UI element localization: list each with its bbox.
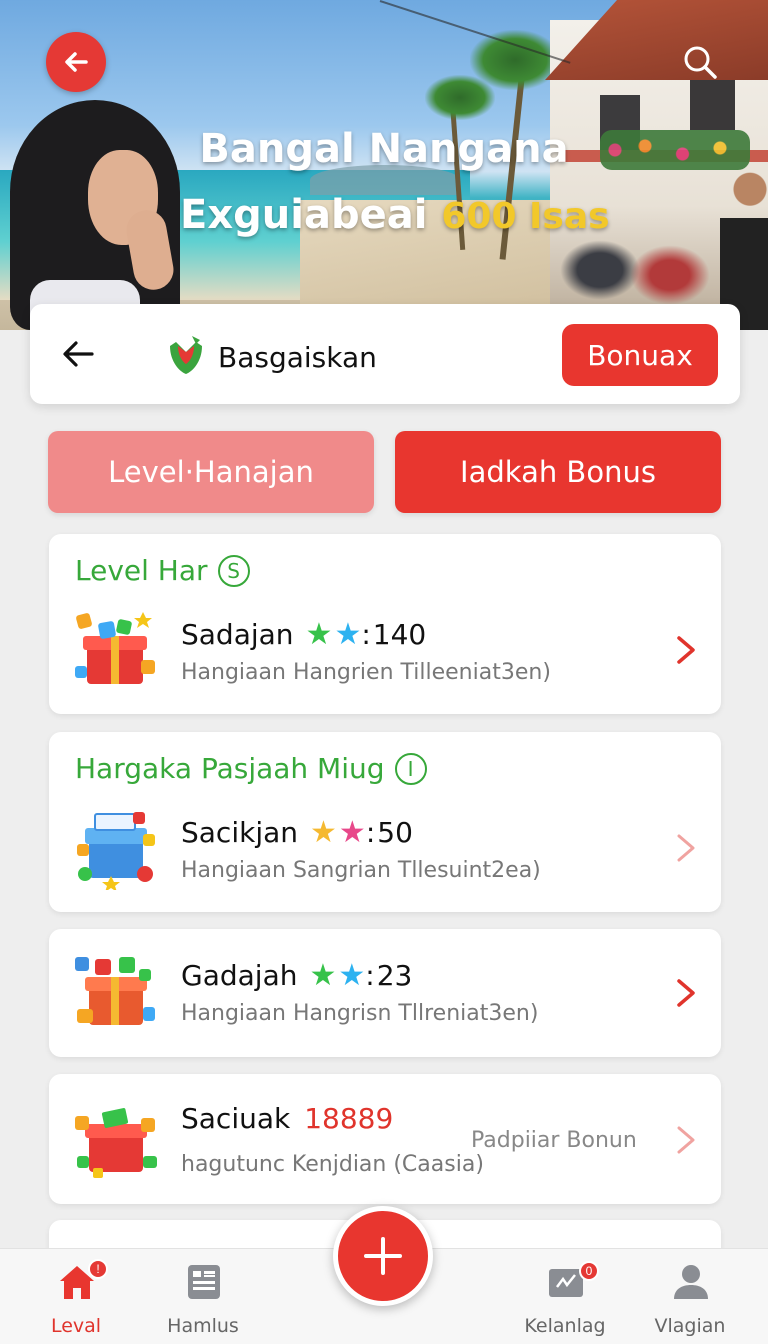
section-badge-icon: S xyxy=(217,554,250,587)
chevron-right-icon[interactable] xyxy=(671,973,701,1013)
chevron-right-icon[interactable] xyxy=(671,1120,701,1160)
blue-star-icon: ★ xyxy=(338,957,366,993)
tab-level[interactable]: Level·Hanajan xyxy=(48,431,374,513)
add-button[interactable] xyxy=(333,1206,433,1306)
user-icon xyxy=(670,1261,712,1303)
item-description: Hangiaan Hangrisn Tllreniat3en) xyxy=(181,1001,539,1026)
arrow-left-icon xyxy=(63,341,94,367)
item-name-line: Saciuak 18889 xyxy=(181,1102,393,1135)
item-value: 18889 xyxy=(304,1102,394,1135)
nav-badge: 0 xyxy=(579,1261,599,1281)
brand-name: Basgaiskan xyxy=(218,341,377,374)
gold-star-icon: ★ xyxy=(310,814,337,850)
nav-label: Hamlus xyxy=(167,1315,239,1337)
hero-window xyxy=(690,80,735,130)
blue-star-icon: ★ xyxy=(334,616,362,652)
section-title: Level Har S xyxy=(75,554,250,587)
hero-motorbike xyxy=(560,240,640,300)
item-description: Hangiaan Sangrian Tllesuint2ea) xyxy=(181,858,541,883)
bonus-button[interactable]: Bonuax xyxy=(562,324,718,386)
item-value: 23 xyxy=(376,959,413,992)
nav-label: Leval xyxy=(50,1315,102,1337)
item-name: Sadajan xyxy=(181,618,294,651)
brand-logo-icon xyxy=(162,332,208,378)
nav-item-leval[interactable]: ! Leval xyxy=(16,1259,136,1341)
section-title-text: Hargaka Pasjaah Miug xyxy=(75,752,385,785)
back-button[interactable] xyxy=(46,32,106,92)
hero-title: Bangal Nangana xyxy=(199,126,569,172)
plus-icon xyxy=(364,1237,402,1275)
section-title: Hargaka Pasjaah Miug I xyxy=(75,752,427,785)
separator: : xyxy=(361,618,371,651)
separator: : xyxy=(365,959,375,992)
gift-box-icon xyxy=(73,1094,159,1180)
side-label: Padpiiar Bonun xyxy=(471,1128,637,1153)
item-name-line: Gadajah ★ ★ : 23 xyxy=(181,959,412,992)
green-star-icon: ★ xyxy=(305,616,333,652)
pink-star-icon: ★ xyxy=(338,814,366,850)
nav-item-vlagian[interactable]: Vlagian xyxy=(630,1261,750,1341)
hero-subtitle-accent: 600 Isas xyxy=(441,196,610,237)
nav-badge: ! xyxy=(88,1259,108,1279)
level-card[interactable]: Gadajah ★ ★ : 23 Hangiaan Hangrisn Tllre… xyxy=(49,929,721,1057)
item-name-line: Sadajan ★ ★ : 140 xyxy=(181,618,426,651)
chevron-right-icon[interactable] xyxy=(671,630,701,670)
separator: : xyxy=(365,816,376,849)
section-badge-icon: I xyxy=(394,752,427,785)
item-name-line: Sacikjan ★ ★ : 50 xyxy=(181,816,413,849)
header-back-button[interactable] xyxy=(58,334,98,374)
gift-box-icon xyxy=(73,949,159,1035)
tab-bonus[interactable]: Iadkah Bonus xyxy=(395,431,721,513)
item-name: Sacikjan xyxy=(181,816,299,849)
item-name: Saciuak xyxy=(181,1102,291,1135)
green-star-icon: ★ xyxy=(309,957,337,993)
nav-item-kelanlag[interactable]: 0 Kelanlag xyxy=(505,1261,625,1341)
item-value: 50 xyxy=(377,816,413,849)
gift-box-icon xyxy=(73,606,159,692)
chevron-right-icon[interactable] xyxy=(671,828,701,868)
item-description: hagutunc Kenjdian (Caasia) xyxy=(181,1152,484,1177)
puzzle-box-icon xyxy=(73,804,159,892)
item-description: Hangiaan Hangrien Tilleeniat3en) xyxy=(181,660,551,685)
nav-label: Vlagian xyxy=(654,1315,726,1337)
search-button[interactable] xyxy=(680,42,720,82)
level-card[interactable]: Saciuak 18889 Padpiiar Bonun hagutunc Ke… xyxy=(49,1074,721,1204)
search-icon xyxy=(684,46,717,79)
arrow-left-icon xyxy=(65,52,88,72)
hero-subtitle: Exguiabeai 600 Isas xyxy=(180,192,610,238)
hero-palm-leaves xyxy=(470,30,560,90)
header-card: Basgaiskan Bonuax xyxy=(30,304,740,404)
nav-item-hamlus[interactable]: Hamlus xyxy=(143,1261,263,1341)
hero-subtitle-main: Exguiabeai xyxy=(180,192,428,238)
section-title-text: Level Har xyxy=(75,554,208,587)
document-icon xyxy=(183,1261,225,1303)
nav-label: Kelanlag xyxy=(524,1315,606,1337)
hero-motorbike xyxy=(630,245,710,305)
item-name: Gadajah xyxy=(181,959,298,992)
level-card[interactable]: Hargaka Pasjaah Miug I Sacikjan ★ ★ : 50… xyxy=(49,732,721,912)
level-card[interactable]: Level Har S Sadajan ★ ★ : 140 Hangiaan H… xyxy=(49,534,721,714)
item-value: 140 xyxy=(372,618,427,651)
